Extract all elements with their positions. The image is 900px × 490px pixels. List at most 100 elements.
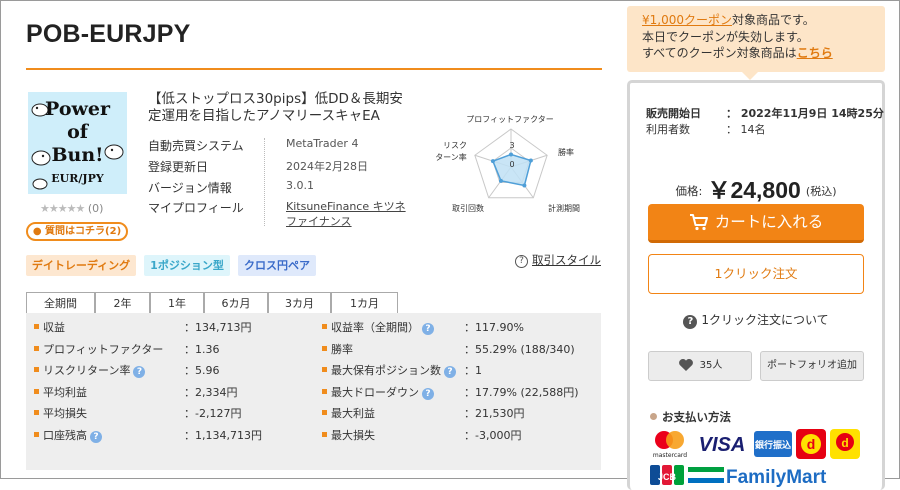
spec-value: 2024年2月28日 <box>286 160 368 173</box>
radar-scale-max: 3 <box>509 141 514 150</box>
bullet-icon <box>34 431 39 437</box>
svg-text:mastercard: mastercard <box>653 452 687 459</box>
stat-value: ：55.29% (188/340) <box>464 342 575 356</box>
tab-2y[interactable]: 2年 <box>95 292 150 314</box>
coupon-notice: ¥1,000クーポン対象商品です。 本日でクーポンが失効します。 すべてのクーポ… <box>627 6 885 72</box>
spec-value: MetaTrader 4 <box>286 137 359 150</box>
tax-label: (税込) <box>805 185 837 198</box>
users-value: ： 14名 <box>726 123 766 136</box>
sale-start-label: 販売開始日 <box>646 107 701 120</box>
svg-text:VISA: VISA <box>699 434 746 456</box>
add-portfolio-button[interactable]: ポートフォリオ追加 <box>760 351 864 381</box>
bullet-icon <box>322 388 327 394</box>
d-payment-logo-2: d <box>830 429 860 459</box>
d-payment-logo-1: d <box>796 429 826 459</box>
add-to-cart-button[interactable]: カートに入れる <box>648 204 864 243</box>
users-label: 利用者数 <box>646 123 690 136</box>
bullet-icon <box>322 410 327 415</box>
radar-label-period: 計測期間 <box>548 203 580 213</box>
tag-single-position[interactable]: 1ポジション型 <box>144 255 230 276</box>
coupon-link[interactable]: ¥1,000クーポン <box>642 13 732 27</box>
qa-button[interactable]: ● 質問はコチラ(2) <box>26 222 128 241</box>
tab-1m[interactable]: 1カ月 <box>331 292 398 314</box>
radar-label-pf: プロフィットファクター <box>466 115 554 124</box>
stat-value: ：17.79% (22,588円) <box>464 385 579 399</box>
rating-count: (0) <box>87 202 104 215</box>
one-click-info-link[interactable]: ? 1クリック注文について <box>630 311 882 329</box>
help-icon[interactable]: ? <box>444 366 456 378</box>
stat-label: 収益 <box>43 321 65 334</box>
stat-label: リスクリターン率? <box>43 362 146 378</box>
tab-all[interactable]: 全期間 <box>26 292 95 314</box>
radar-label-risk-1: リスク <box>443 141 467 150</box>
stat-label: 最大利益 <box>331 407 375 420</box>
coupon-line-1: ¥1,000クーポン対象商品です。 <box>642 13 815 27</box>
svg-text:銀行振込: 銀行振込 <box>755 439 791 451</box>
spec-key: 自動売買システム <box>148 139 244 153</box>
stat-label: 収益率（全期間）? <box>331 319 434 335</box>
stat-label: プロフィットファクター <box>43 342 164 356</box>
product-thumbnail[interactable]: Power of Bun! EUR/JPY <box>28 92 127 194</box>
product-description: 【低ストップロス30pips】低DD＆長期安定運用を目指したアノマリースキャEA <box>148 91 403 124</box>
cart-icon <box>689 214 708 231</box>
jcb-logo: JCB <box>650 465 684 485</box>
bullet-icon <box>34 410 39 415</box>
thumb-text-pair: EUR/JPY <box>51 172 104 185</box>
profile-link[interactable]: KitsuneFinance キツネファイナンス <box>286 199 406 229</box>
coupon-line-2: 本日でクーポンが失効します。 <box>642 29 809 44</box>
sale-start-value: ： 2022年11月9日 14時25分 <box>726 107 884 120</box>
svg-text:JCB: JCB <box>658 472 677 482</box>
bullet-icon <box>322 367 327 372</box>
coupon-line-3: すべてのクーポン対象商品はこちら <box>642 46 833 60</box>
spec-key: 登録更新日 <box>148 160 209 174</box>
thumb-text-power: Power <box>45 98 110 120</box>
svg-text:FamilyMart: FamilyMart <box>726 467 827 487</box>
one-click-order-button[interactable]: 1クリック注文 <box>648 254 864 294</box>
stat-label: 最大ドローダウン? <box>331 384 434 400</box>
payment-methods-title: お支払い方法 <box>650 409 731 425</box>
help-icon[interactable]: ? <box>422 387 434 400</box>
tab-6m[interactable]: 6カ月 <box>204 292 268 314</box>
favorite-button[interactable]: 35人 <box>648 351 752 381</box>
title-underline <box>26 68 602 70</box>
radar-point <box>509 152 513 157</box>
stat-value: ：-3,000円 <box>464 428 522 442</box>
radar-label-winrate: 勝率 <box>558 147 574 157</box>
bullet-icon <box>34 388 39 394</box>
radar-label-trades: 取引回数 <box>452 203 484 213</box>
tag-cross-yen[interactable]: クロス円ペア <box>238 255 316 276</box>
bullet-icon <box>322 345 327 351</box>
visa-logo: VISA <box>699 434 746 456</box>
svg-text:d: d <box>841 436 848 450</box>
stat-label: 最大保有ポジション数? <box>331 362 456 378</box>
thumb-text-bun: Bun! <box>51 144 104 166</box>
stat-value: ：2,334円 <box>184 385 238 399</box>
bullet-icon <box>34 324 39 329</box>
price-value: ￥24,800 <box>707 177 801 203</box>
spec-key: バージョン情報 <box>148 181 232 195</box>
help-icon[interactable]: ? <box>133 366 146 378</box>
stats-panel: 収益 ：134,713円 プロフィットファクター ：1.36 リスクリターン率? ：5.9… <box>26 313 601 470</box>
tab-3m[interactable]: 3カ月 <box>268 292 331 314</box>
bank-transfer-logo: 銀行振込 <box>754 431 792 457</box>
stat-value: ：1 <box>464 364 482 377</box>
price-row: 価格: ￥24,800 (税込) <box>630 171 882 205</box>
tab-1y[interactable]: 1年 <box>150 292 204 314</box>
radar-point <box>498 178 503 183</box>
stat-value: ：5.96 <box>184 364 220 377</box>
trade-style-link[interactable]: ? 取引スタイル <box>515 252 601 268</box>
help-icon[interactable]: ? <box>90 430 102 443</box>
star-rating-icon: ★★★★★ <box>40 202 85 215</box>
help-icon[interactable]: ? <box>422 323 434 335</box>
radar-point <box>528 158 533 163</box>
all-coupons-link[interactable]: こちら <box>797 46 833 60</box>
stat-value: ：117.90% <box>464 321 524 334</box>
stat-label: 勝率 <box>331 342 353 356</box>
radar-chart: プロフィットファクター 勝率 計測期間 取引回数 リスク ターン率 3 0 <box>435 115 580 213</box>
question-icon: ? <box>515 255 528 268</box>
bullet-icon <box>322 324 327 329</box>
tag-daytrade[interactable]: デイトレーディング <box>26 255 136 276</box>
radar-point <box>522 183 527 188</box>
thumb-text-of: of <box>67 121 88 143</box>
stat-label: 最大損失 <box>331 428 375 442</box>
